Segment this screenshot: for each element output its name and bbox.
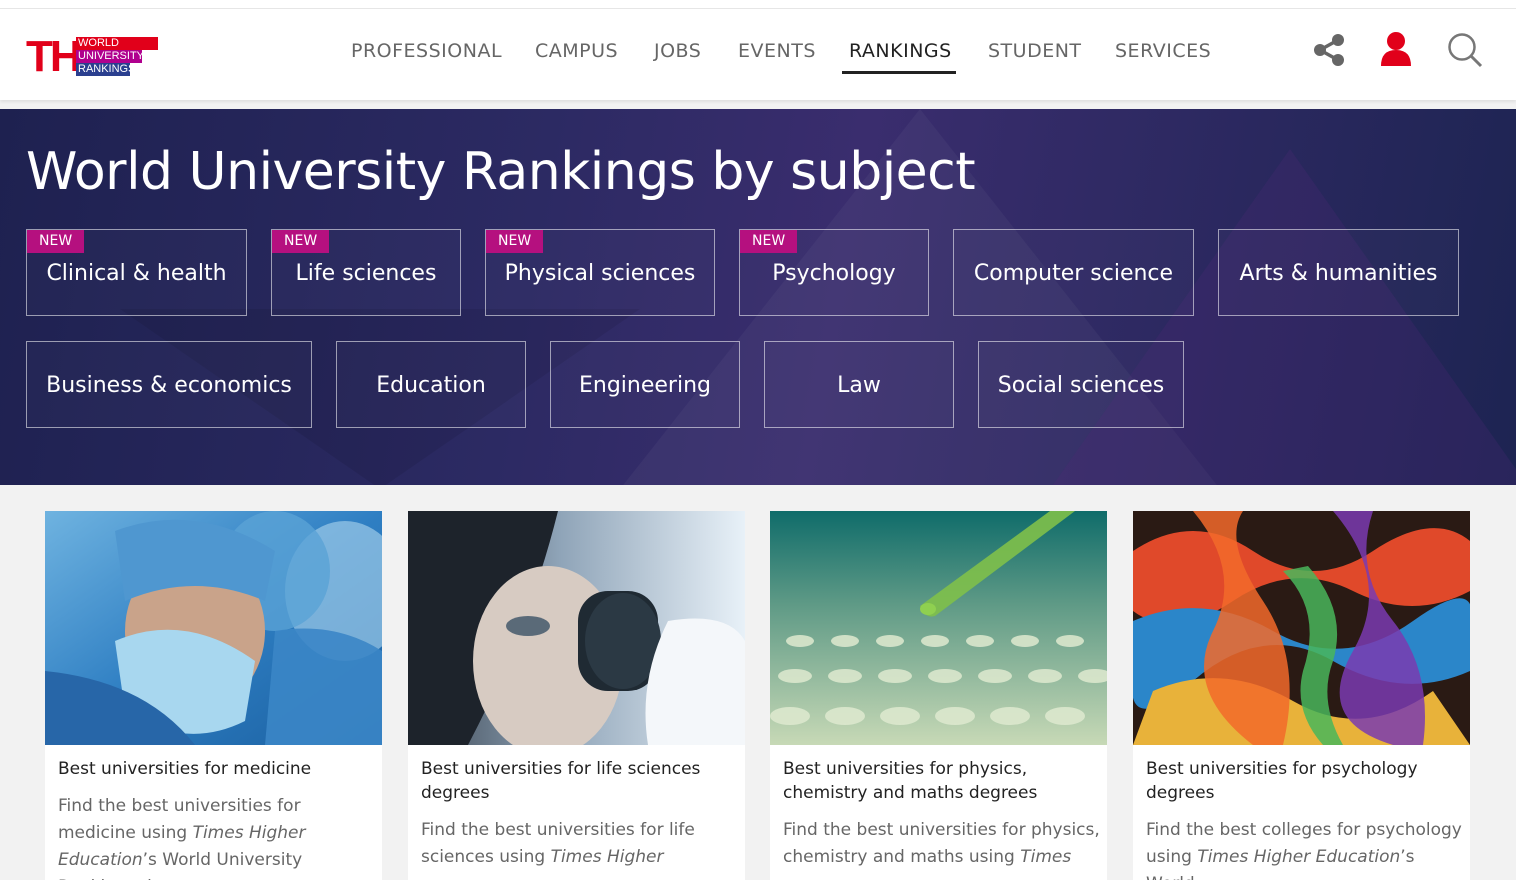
- subject-label: Engineering: [579, 373, 711, 398]
- subject-label: Education: [376, 373, 486, 398]
- user-icon[interactable]: [1380, 31, 1412, 67]
- nav-rankings[interactable]: RANKINGS: [849, 38, 952, 64]
- card-title[interactable]: Best universities for psychology degrees: [1146, 757, 1461, 805]
- logo-line-world: WORLD: [76, 37, 158, 50]
- card-life-sciences[interactable]: Best universities for life sciences degr…: [408, 511, 745, 880]
- card-description: Find the best universities for medicine …: [58, 796, 306, 880]
- subject-education[interactable]: Education: [336, 341, 526, 428]
- subject-psychology[interactable]: Psychology NEW: [739, 229, 929, 316]
- subject-computer-science[interactable]: Computer science: [953, 229, 1194, 316]
- subject-label: Social sciences: [997, 373, 1165, 398]
- subject-life-sciences[interactable]: Life sciences NEW: [271, 229, 461, 316]
- share-icon[interactable]: [1311, 33, 1347, 67]
- nav-active-underline: [842, 71, 956, 74]
- new-badge: NEW: [486, 230, 544, 253]
- card-description: Find the best universities for life scie…: [421, 820, 695, 867]
- card-title[interactable]: Best universities for life sciences degr…: [421, 757, 736, 805]
- subject-business-economics[interactable]: Business & economics: [26, 341, 312, 428]
- subject-label: Law: [837, 373, 881, 398]
- pipette-image[interactable]: [770, 511, 1107, 745]
- top-border: [0, 0, 1516, 9]
- site-header: THE WORLD UNIVERSITY RANKINGS PROFESSION…: [0, 9, 1516, 100]
- subject-clinical-health[interactable]: Clinical & health NEW: [26, 229, 247, 316]
- nav-student[interactable]: STUDENT: [988, 38, 1082, 64]
- the-logo[interactable]: THE WORLD UNIVERSITY RANKINGS: [26, 35, 158, 79]
- subject-label: Computer science: [973, 261, 1174, 286]
- card-physical-sciences[interactable]: Best universities for physics, chemistry…: [770, 511, 1107, 880]
- subject-arts-humanities[interactable]: Arts & humanities: [1218, 229, 1459, 316]
- nav-campus[interactable]: CAMPUS: [535, 38, 618, 64]
- card-medicine[interactable]: Best universities for medicine Find the …: [45, 511, 382, 880]
- subject-law[interactable]: Law: [764, 341, 954, 428]
- nav-jobs[interactable]: JOBS: [654, 38, 701, 64]
- new-badge: NEW: [740, 230, 798, 253]
- card-description: Find the best colleges for psychology us…: [1146, 820, 1462, 880]
- search-icon[interactable]: [1446, 31, 1484, 69]
- nav-events[interactable]: EVENTS: [738, 38, 816, 64]
- hero-decoration: [1050, 149, 1516, 485]
- subject-label: Arts & humanities: [1239, 261, 1438, 286]
- card-psychology[interactable]: Best universities for psychology degrees…: [1133, 511, 1470, 880]
- subject-social-sciences[interactable]: Social sciences: [978, 341, 1184, 428]
- new-badge: NEW: [272, 230, 330, 253]
- new-badge: NEW: [27, 230, 85, 253]
- card-title[interactable]: Best universities for medicine: [58, 757, 373, 781]
- subject-physical-sciences[interactable]: Physical sciences NEW: [485, 229, 715, 316]
- nav-professional[interactable]: PROFESSIONAL: [351, 38, 502, 64]
- card-description: Find the best universities for physics, …: [783, 820, 1100, 867]
- subject-hero: World University Rankings by subject Cli…: [0, 109, 1516, 485]
- nav-services[interactable]: SERVICES: [1115, 38, 1211, 64]
- abstract-faces-image[interactable]: [1133, 511, 1470, 745]
- microscope-image[interactable]: [408, 511, 745, 745]
- page-title: World University Rankings by subject: [26, 142, 976, 202]
- logo-text: WORLD UNIVERSITY RANKINGS: [76, 37, 158, 77]
- surgeons-image[interactable]: [45, 511, 382, 745]
- subject-engineering[interactable]: Engineering: [550, 341, 740, 428]
- subject-label: Business & economics: [46, 373, 292, 398]
- logo-line-university: UNIVERSITY: [76, 50, 145, 63]
- logo-line-rankings: RANKINGS: [76, 63, 136, 76]
- card-title[interactable]: Best universities for physics, chemistry…: [783, 757, 1098, 805]
